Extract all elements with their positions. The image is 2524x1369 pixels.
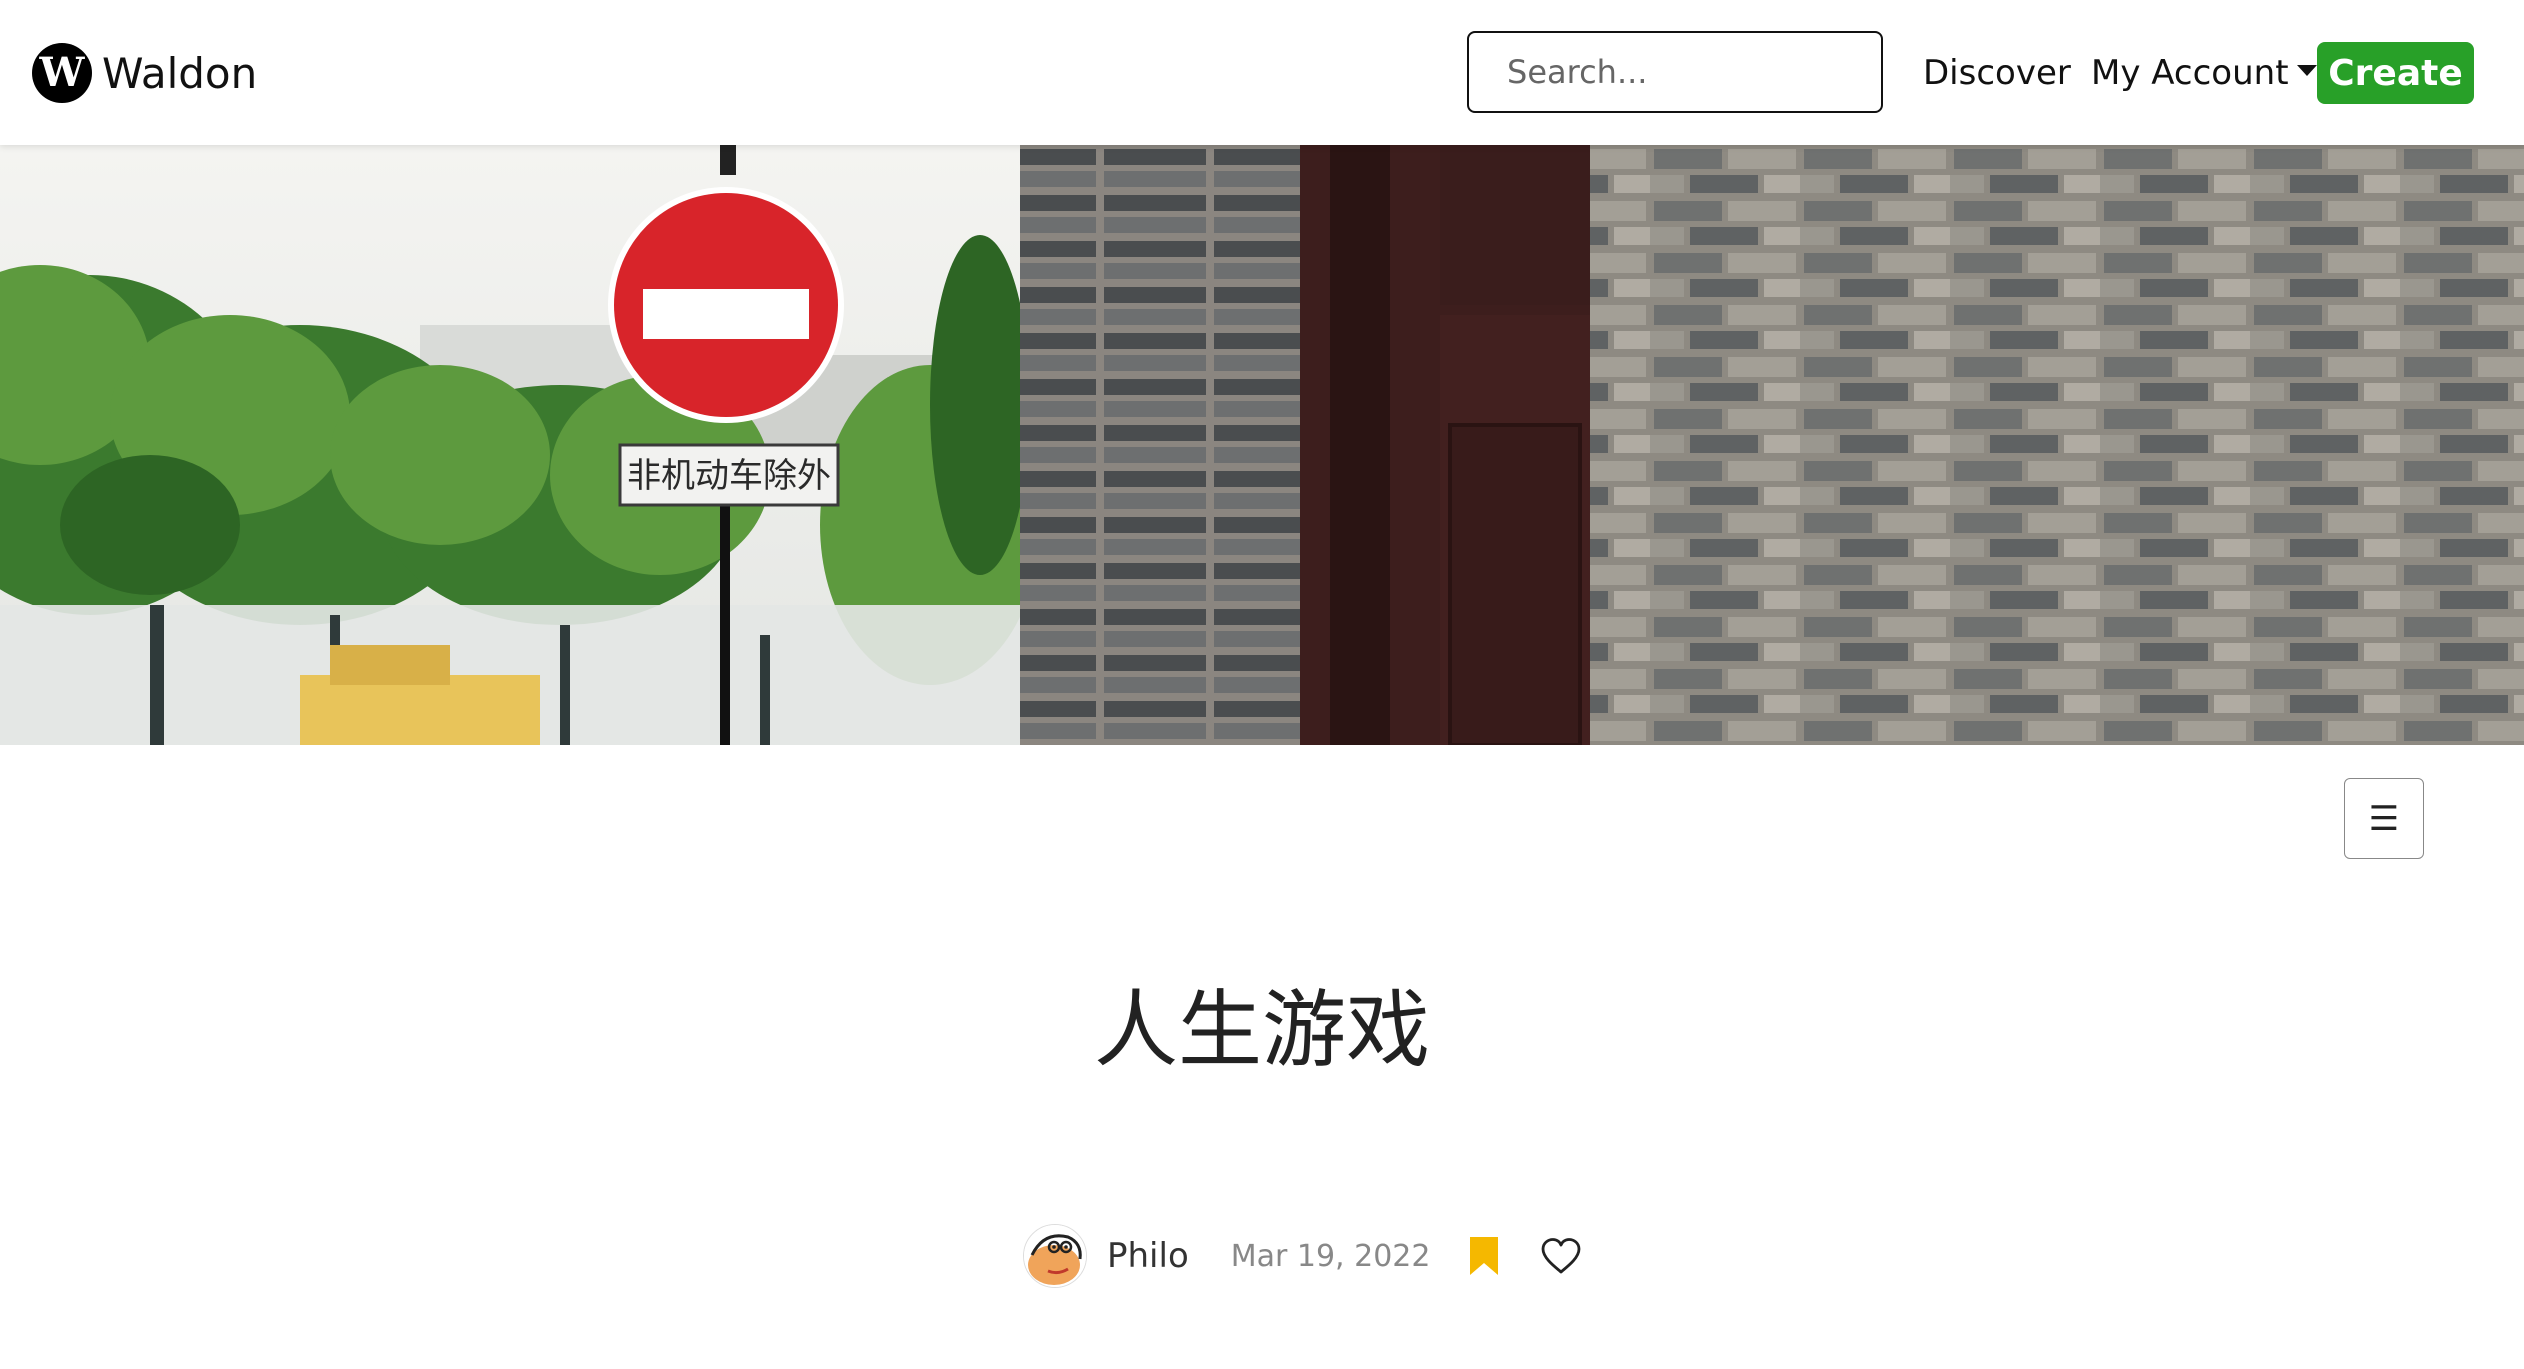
my-account-label: My Account	[2091, 53, 2289, 93]
waldon-logo-icon: W	[32, 43, 92, 103]
hamburger-icon: ☰	[2368, 798, 2400, 839]
brand-link[interactable]: W Waldon	[32, 43, 257, 103]
publish-date: Mar 19, 2022	[1230, 1238, 1431, 1274]
author-name[interactable]: Philo	[1107, 1236, 1189, 1276]
discover-link[interactable]: Discover	[1923, 48, 2071, 98]
hero-cover-image: 非机动车除外	[0, 145, 2524, 745]
create-button[interactable]: Create	[2317, 42, 2474, 104]
article-meta: Philo Mar 19, 2022	[1023, 1224, 1582, 1288]
author-avatar[interactable]	[1023, 1224, 1087, 1288]
top-navbar: W Waldon Discover My Account Create	[0, 0, 2524, 145]
my-account-dropdown[interactable]: My Account	[2091, 48, 2317, 98]
sign-text: 非机动车除外	[627, 456, 831, 496]
heart-icon[interactable]	[1540, 1237, 1582, 1275]
article-title: 人生游戏	[1093, 981, 1430, 1079]
bookmark-icon[interactable]	[1468, 1235, 1500, 1277]
brand-name: Waldon	[102, 48, 258, 98]
search-input[interactable]	[1467, 31, 1883, 113]
table-of-contents-button[interactable]: ☰	[2344, 778, 2424, 859]
caret-down-icon	[2296, 65, 2317, 76]
